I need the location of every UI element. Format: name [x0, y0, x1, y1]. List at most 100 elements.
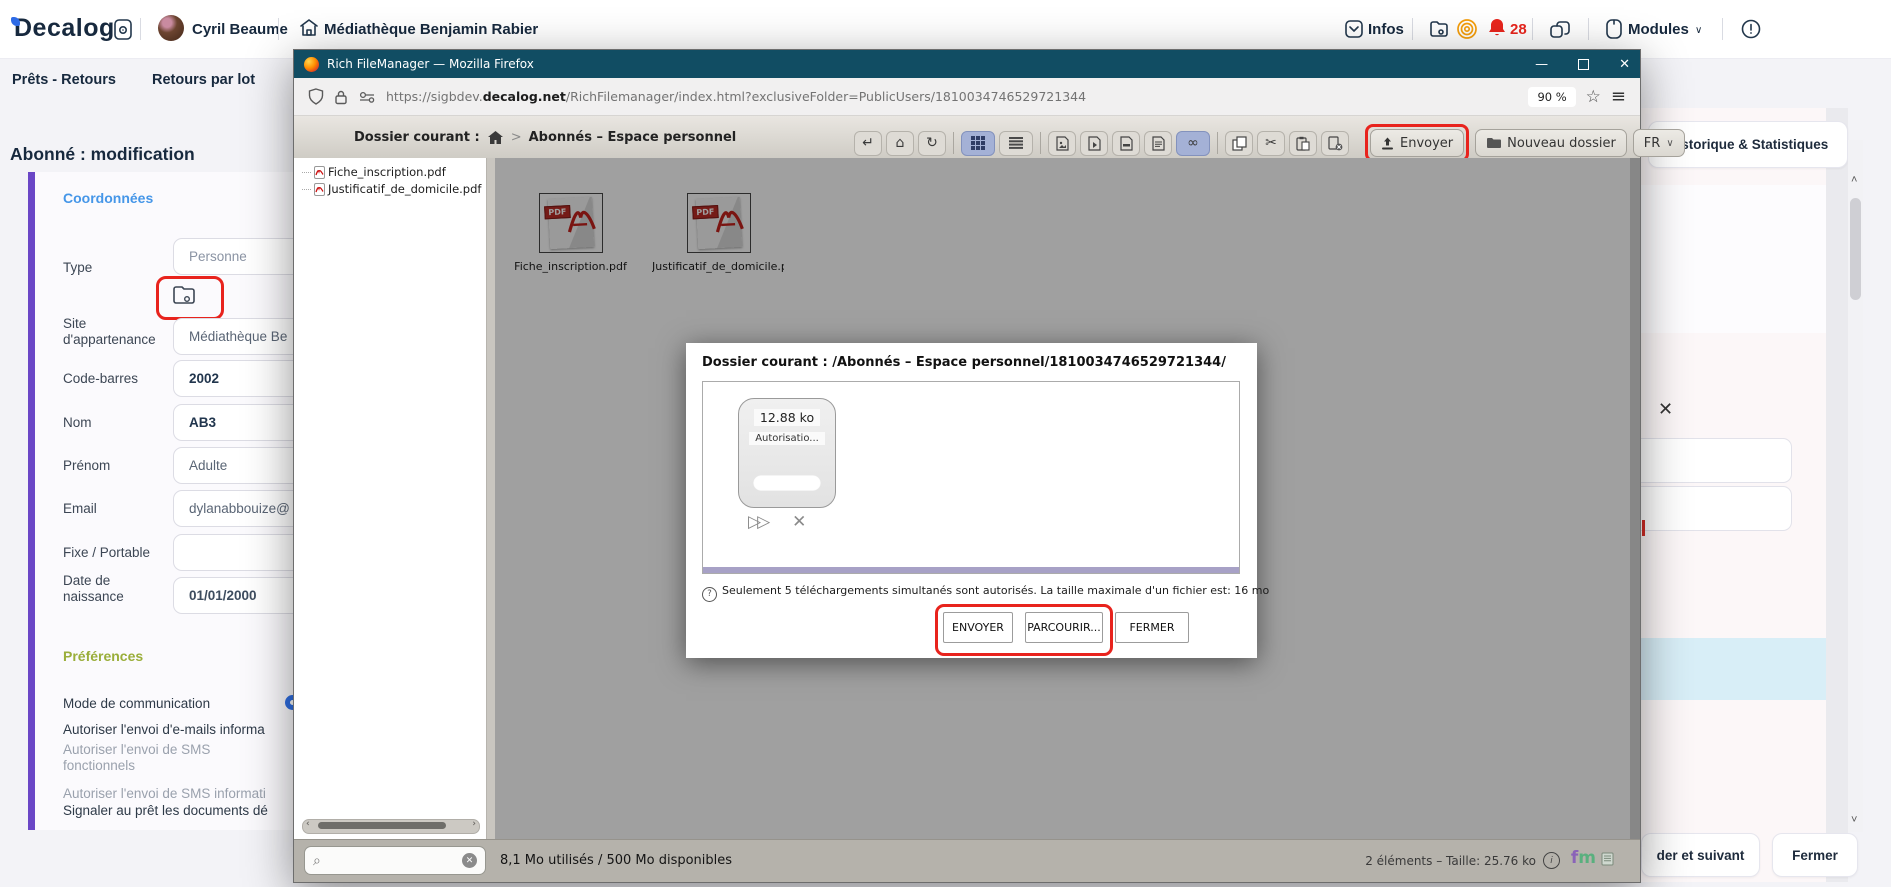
upload-file-size: 12.88 ko — [754, 409, 820, 426]
nouveau-dossier-button[interactable]: Nouveau dossier — [1475, 129, 1627, 157]
firefox-urlbar[interactable]: https://sigbdev.decalog.net/RichFilemana… — [294, 78, 1640, 116]
divider — [953, 132, 954, 154]
envoyer-button[interactable]: Envoyer — [1370, 129, 1464, 157]
close-window-button[interactable]: ✕ — [1619, 57, 1630, 72]
library-name[interactable]: Médiathèque Benjamin Rabier — [324, 21, 538, 38]
storage-status: 8,1 Mo utilisés / 500 Mo disponibles — [500, 853, 732, 868]
broadcast-icon[interactable] — [1455, 17, 1479, 41]
right-panel-card — [1640, 185, 1826, 333]
firefox-titlebar[interactable]: Rich FileManager — Mozilla Firefox — ✕ — [294, 50, 1640, 78]
infos-label[interactable]: Infos — [1368, 21, 1404, 38]
info-icon[interactable]: i — [1543, 852, 1560, 869]
dialog-envoyer-button[interactable]: ENVOYER — [943, 612, 1013, 643]
phone-label: Fixe / Portable — [63, 545, 150, 560]
upload-file-card[interactable]: 12.88 ko Autorisatio... — [738, 398, 836, 508]
dialog-fermer-button[interactable]: FERMER — [1115, 612, 1189, 643]
tree-item[interactable]: Justificatif_de_domicile.pdf — [294, 180, 486, 197]
scroll-left-icon[interactable]: ‹ — [306, 819, 310, 829]
page-scrollbar[interactable]: ˄ ˅ — [1848, 140, 1863, 832]
validate-next-button[interactable]: der et suivant — [1641, 833, 1760, 877]
filter-videos-button[interactable] — [1080, 131, 1108, 156]
scroll-right-icon[interactable]: › — [472, 819, 476, 829]
panel-splitter[interactable] — [487, 158, 495, 840]
view-list-button[interactable] — [999, 131, 1033, 156]
remove-upload-icon[interactable]: ✕ — [792, 512, 806, 532]
refresh-button[interactable]: ↻ — [918, 131, 946, 156]
start-upload-icon[interactable]: ▷▷ — [748, 512, 766, 532]
infos-icon[interactable] — [1344, 19, 1364, 39]
pref-sms-fonctionnels[interactable]: Autoriser l'envoi de SMS fonctionnels — [63, 742, 253, 774]
alert-icon[interactable] — [1740, 18, 1762, 40]
breadcrumb-folder[interactable]: Abonnés – Espace personnel — [529, 130, 737, 145]
upload-file-name: Autorisatio... — [749, 432, 825, 445]
search-box[interactable]: ⌕ ✕ — [304, 846, 486, 875]
tree-horizontal-scrollbar[interactable]: ‹ › — [302, 819, 480, 834]
filemanager-toolbar: Dossier courant : > Abonnés – Espace per… — [294, 116, 1640, 159]
dialog-parcourir-button[interactable]: PARCOURIR... — [1025, 612, 1103, 643]
screen: Decalog Cyril Beaume Médiathèque Benjami… — [0, 0, 1891, 887]
pdf-file-icon — [314, 166, 325, 179]
filter-images-button[interactable] — [1048, 131, 1076, 156]
shield-icon[interactable] — [308, 88, 324, 105]
documents-folder-icon[interactable] — [171, 283, 197, 307]
return-button[interactable]: ↵ — [854, 131, 882, 156]
filter-all-button[interactable]: ∞ — [1176, 131, 1210, 156]
url-path: /RichFilemanager/index.html?exclusiveFol… — [566, 89, 1086, 104]
minimize-button[interactable]: — — [1535, 57, 1548, 72]
home-button[interactable]: ⌂ — [886, 131, 914, 156]
tree-file-name: Justificatif_de_domicile.pdf — [328, 182, 481, 196]
search-input[interactable] — [327, 853, 456, 869]
upload-progress-pill — [753, 475, 821, 491]
url-domain: decalog.net — [483, 89, 566, 104]
upload-dropzone[interactable]: 12.88 ko Autorisatio... ▷▷ ✕ — [702, 381, 1240, 574]
scroll-down-icon[interactable]: ˅ — [1851, 814, 1857, 826]
maximize-button[interactable] — [1578, 59, 1589, 70]
clear-search-icon[interactable]: ✕ — [462, 853, 477, 868]
scanner-icon[interactable] — [112, 18, 134, 42]
home-icon[interactable] — [487, 130, 504, 145]
pref-signaler-pret[interactable]: Signaler au prêt les documents dé — [63, 803, 303, 819]
tab-prets-retours[interactable]: Prêts - Retours — [12, 72, 116, 88]
shared-folder-icon[interactable] — [1428, 18, 1450, 40]
filter-text-button[interactable] — [1144, 131, 1172, 156]
url-field[interactable]: https://sigbdev.decalog.net/RichFilemana… — [386, 89, 1518, 104]
pref-sms-informatifs[interactable]: Autoriser l'envoi de SMS informati — [63, 786, 303, 802]
avatar[interactable] — [158, 15, 184, 41]
copy-button[interactable] — [1225, 131, 1253, 156]
user-name[interactable]: Cyril Beaume — [192, 21, 288, 38]
upload-dialog-title: Dossier courant : /Abonnés – Espace pers… — [702, 355, 1226, 370]
language-value: FR — [1644, 136, 1661, 151]
folder-tree-panel: Fiche_inscription.pdf Justificatif_de_do… — [294, 158, 487, 840]
fermer-page-button[interactable]: Fermer — [1772, 833, 1858, 877]
fm-logo-m: m — [1578, 848, 1596, 868]
delete-button[interactable] — [1321, 131, 1349, 156]
tab-retours-par-lot[interactable]: Retours par lot — [152, 72, 255, 88]
scrollbar-thumb[interactable] — [318, 822, 446, 829]
language-select[interactable]: FR ∨ — [1633, 129, 1685, 157]
upload-total-progress — [703, 567, 1239, 573]
view-grid-button[interactable] — [961, 131, 995, 156]
close-icon[interactable]: ✕ — [1658, 399, 1673, 420]
notification-bell-icon[interactable] — [1486, 17, 1508, 39]
menu-hamburger-icon[interactable]: ≡ — [1611, 86, 1626, 107]
zoom-level-chip[interactable]: 90 % — [1528, 87, 1575, 107]
cut-button[interactable]: ✂ — [1257, 131, 1285, 156]
modules-label[interactable]: Modules — [1628, 21, 1689, 38]
lock-icon[interactable] — [334, 89, 348, 105]
scrollbar-thumb[interactable] — [1850, 198, 1861, 300]
permissions-icon[interactable] — [358, 91, 376, 103]
scroll-up-icon[interactable]: ˄ — [1851, 174, 1857, 186]
divider — [1588, 18, 1589, 40]
filter-documents-button[interactable] — [1112, 131, 1140, 156]
paste-button[interactable] — [1289, 131, 1317, 156]
notification-count[interactable]: 28 — [1510, 21, 1527, 38]
filemanager-statusbar: ⌕ ✕ 8,1 Mo utilisés / 500 Mo disponibles… — [294, 839, 1640, 882]
upload-item-actions: ▷▷ ✕ — [748, 512, 806, 532]
divider — [1040, 132, 1041, 154]
tree-item[interactable]: Fiche_inscription.pdf — [294, 158, 486, 180]
modules-icon[interactable] — [1604, 18, 1624, 40]
pref-emails[interactable]: Autoriser l'envoi d'e-mails informa — [63, 722, 303, 738]
question-icon: ? — [702, 587, 717, 602]
bookmark-star-icon[interactable]: ☆ — [1586, 87, 1601, 107]
link-icon[interactable] — [1548, 18, 1572, 42]
